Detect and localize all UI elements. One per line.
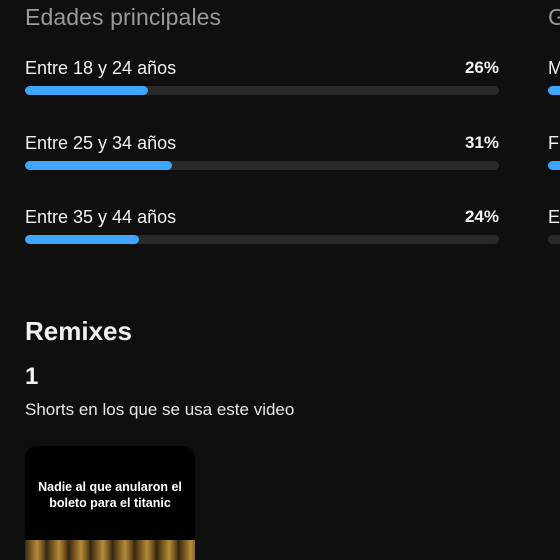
age-progress-track: [25, 161, 499, 170]
next-section-row-label-fragment: F: [548, 133, 559, 153]
analytics-page: Edades principales G Entre 18 y 24 años …: [0, 0, 560, 560]
remixes-title: Remixes: [25, 316, 132, 346]
next-section-row-label-fragment: M: [548, 58, 560, 78]
age-progress-fill: [25, 161, 172, 170]
remixes-description: Shorts en los que se usa este video: [25, 400, 295, 419]
next-section-progress-track: [548, 235, 560, 244]
short-thumbnail: [25, 540, 195, 560]
age-row-percent: 26%: [464, 58, 499, 77]
next-section-row-label-fragment: E: [548, 207, 560, 227]
age-row-label: Entre 18 y 24 años: [25, 58, 177, 78]
next-section-title-fragment: G: [548, 4, 560, 30]
next-section-progress-fill: [548, 86, 560, 95]
remixes-count: 1: [25, 363, 39, 390]
next-section-progress-fill: [548, 161, 560, 170]
top-ages-title: Edades principales: [25, 4, 222, 30]
remix-short-card[interactable]: Nadie al que anularon el boleto para el …: [25, 446, 195, 560]
age-row-label: Entre 25 y 34 años: [25, 133, 177, 153]
age-progress-track: [25, 86, 499, 95]
age-progress-track: [25, 235, 499, 244]
age-row-label: Entre 35 y 44 años: [25, 207, 177, 227]
age-row-percent: 24%: [464, 207, 499, 226]
next-section-progress-track: [548, 161, 560, 170]
short-caption: Nadie al que anularon el boleto para el …: [38, 480, 182, 510]
next-section-progress-track: [548, 86, 560, 95]
age-row-percent: 31%: [464, 133, 499, 152]
age-progress-fill: [25, 235, 139, 244]
age-progress-fill: [25, 86, 149, 95]
